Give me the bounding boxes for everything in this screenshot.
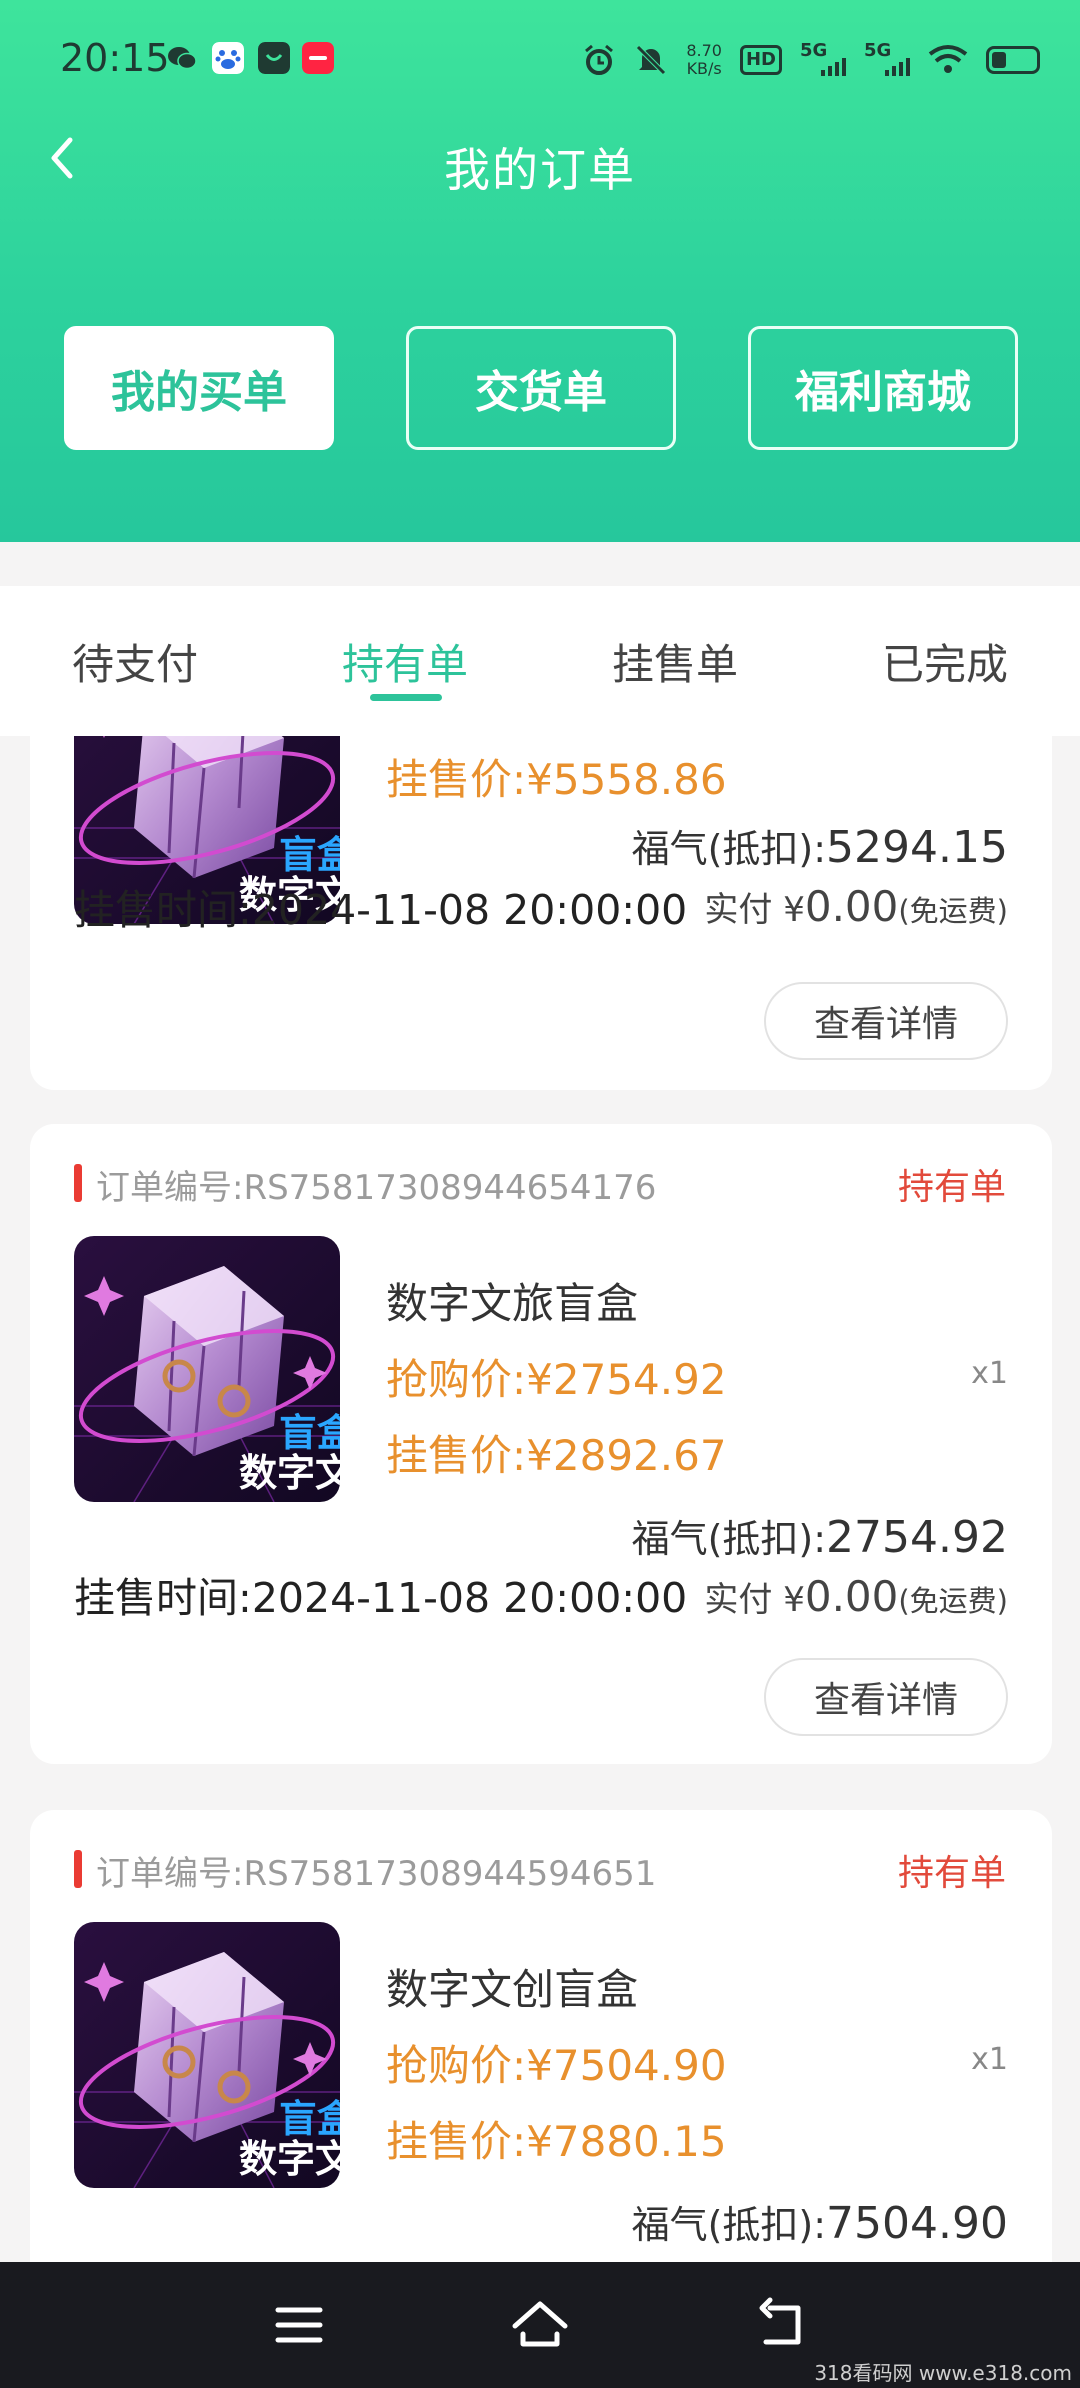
order-marker — [74, 1850, 82, 1888]
buy-price: 抢购价:¥2754.92 — [386, 1355, 727, 1404]
order-list: 盲盒 数字文 挂售价:¥5558.86 福气(抵扣):5294.15 挂售时间:… — [0, 736, 1080, 2262]
sell-time: 挂售时间:2024-11-08 20:00:00 — [74, 1574, 688, 1622]
paid-note: (免运费) — [898, 894, 1008, 928]
product-name[interactable]: 数字文旅盲盒 — [386, 1270, 638, 1331]
blessing-deduction: 福气(抵扣):7504.90 — [632, 2194, 1008, 2249]
net-speed: 8.70 KB/s — [686, 42, 722, 78]
paid-value: 0.00 — [804, 882, 899, 931]
product-thumbnail[interactable]: 盲盒 数字文 — [74, 1922, 340, 2188]
thumbnail-label-2: 盲盒 — [279, 2097, 340, 2141]
paid-currency: ¥ — [783, 1580, 805, 1620]
system-nav-bar: 318看码网 www.e318.com — [0, 2262, 1080, 2388]
order-number: 订单编号:RS75817308944654176 — [96, 1168, 657, 1208]
sell-price: 挂售价:¥5558.86 — [386, 755, 727, 804]
order-number: 订单编号:RS75817308944594651 — [96, 1854, 657, 1894]
segment-my-buy-orders[interactable]: 我的买单 — [64, 326, 334, 450]
paid-amount: 实付 ¥0.00(免运费) — [704, 1572, 1008, 1621]
xiaohongshu-icon — [302, 42, 334, 74]
alarm-icon — [585, 44, 614, 75]
watermark: 318看码网 www.e318.com — [814, 2361, 1072, 2385]
order-card-header: 订单编号:RS75817308944654176 持有单 — [74, 1156, 1006, 1208]
blessing-deduction: 福气(抵扣):2754.92 — [632, 1508, 1008, 1563]
blessing-label: 福气(抵扣): — [631, 1517, 827, 1561]
menu-icon[interactable] — [264, 2290, 334, 2360]
baidu-icon — [212, 42, 244, 74]
thumbnail-label-2: 盲盒 — [279, 1411, 340, 1455]
tab-completed[interactable]: 已完成 — [810, 586, 1080, 736]
thumbnail-label: 数字文 — [239, 2137, 340, 2181]
mute-bell-icon — [636, 45, 667, 75]
blessing-value: 5294.15 — [826, 822, 1008, 873]
product-thumbnail[interactable]: 盲盒 数字文 — [74, 1236, 340, 1502]
page-title: 我的订单 — [444, 143, 636, 197]
shop-icon — [258, 42, 290, 74]
signal-bars-icon — [821, 58, 846, 76]
blind-box-cube-image: 盲盒 数字文 — [74, 1236, 340, 1502]
order-status-badge: 持有单 — [897, 1167, 1006, 1208]
back-icon[interactable] — [746, 2290, 816, 2360]
paid-amount: 实付 ¥0.00(免运费) — [704, 882, 1008, 931]
signal-bars-icon — [885, 58, 910, 76]
status-bar: 20:15 8.70 KB/s HD 5G 5G — [0, 0, 1080, 120]
blessing-label: 福气(抵扣): — [631, 827, 827, 871]
blessing-value: 2754.92 — [826, 1512, 1008, 1563]
order-card-header: 订单编号:RS75817308944594651 持有单 — [74, 1842, 1006, 1894]
battery-icon — [986, 46, 1040, 74]
status-right: 8.70 KB/s HD 5G 5G — [582, 38, 1040, 82]
tab-active-indicator — [370, 694, 442, 701]
order-card: 盲盒 数字文 挂售价:¥5558.86 福气(抵扣):5294.15 挂售时间:… — [30, 736, 1052, 1090]
tab-holding[interactable]: 持有单 — [270, 586, 540, 736]
blessing-label: 福气(抵扣): — [631, 2203, 827, 2247]
order-tabs: 待支付 持有单 挂售单 已完成 — [0, 586, 1080, 736]
paid-value: 0.00 — [804, 1572, 899, 1621]
quantity: x1 — [971, 1356, 1008, 1391]
view-details-button[interactable]: 查看详情 — [764, 1658, 1008, 1736]
tab-listed-for-sale[interactable]: 挂售单 — [540, 586, 810, 736]
home-icon[interactable] — [505, 2290, 575, 2360]
thumbnail-label: 数字文 — [239, 1451, 340, 1495]
blessing-deduction: 福气(抵扣):5294.15 — [632, 818, 1008, 873]
wifi-icon — [928, 45, 968, 73]
blind-box-cube-image: 盲盒 数字文 — [74, 1922, 340, 2188]
view-details-button[interactable]: 查看详情 — [764, 982, 1008, 1060]
tab-pending-payment[interactable]: 待支付 — [0, 586, 270, 736]
signal-sim1: 5G — [800, 40, 846, 78]
blessing-value: 7504.90 — [826, 2198, 1008, 2249]
status-time: 20:15 — [60, 36, 170, 80]
segment-delivery-orders[interactable]: 交货单 — [406, 326, 676, 450]
product-name[interactable]: 数字文创盲盒 — [386, 1956, 638, 2017]
quantity: x1 — [971, 2042, 1008, 2077]
thumbnail-label-2: 盲盒 — [279, 833, 340, 877]
signal-sim2: 5G — [864, 40, 910, 78]
order-marker — [74, 1164, 82, 1202]
hd-badge: HD — [739, 45, 782, 75]
order-status-badge: 持有单 — [897, 1853, 1006, 1894]
order-card: 订单编号:RS75817308944594651 持有单 盲盒 数字文 数字文创… — [30, 1810, 1052, 2262]
wechat-icon — [168, 47, 197, 70]
paid-label: 实付 — [704, 1580, 773, 1620]
sell-price: 挂售价:¥7880.15 — [386, 2117, 727, 2166]
header: 20:15 8.70 KB/s HD 5G 5G 我的订单 我的买单 交货单 福… — [0, 0, 1080, 542]
segment-welfare-mall[interactable]: 福利商城 — [748, 326, 1018, 450]
net-speed-unit: KB/s — [686, 59, 722, 78]
net-speed-value: 8.70 — [686, 41, 722, 60]
sell-time: 挂售时间:2024-11-08 20:00:00 — [74, 886, 688, 934]
order-card: 订单编号:RS75817308944654176 持有单 盲盒 数字文 数字文旅… — [30, 1124, 1052, 1764]
sell-price: 挂售价:¥2892.67 — [386, 1431, 727, 1480]
paid-label: 实付 — [704, 890, 773, 930]
buy-price: 抢购价:¥7504.90 — [386, 2041, 727, 2090]
paid-note: (免运费) — [898, 1584, 1008, 1618]
paid-currency: ¥ — [783, 890, 805, 930]
